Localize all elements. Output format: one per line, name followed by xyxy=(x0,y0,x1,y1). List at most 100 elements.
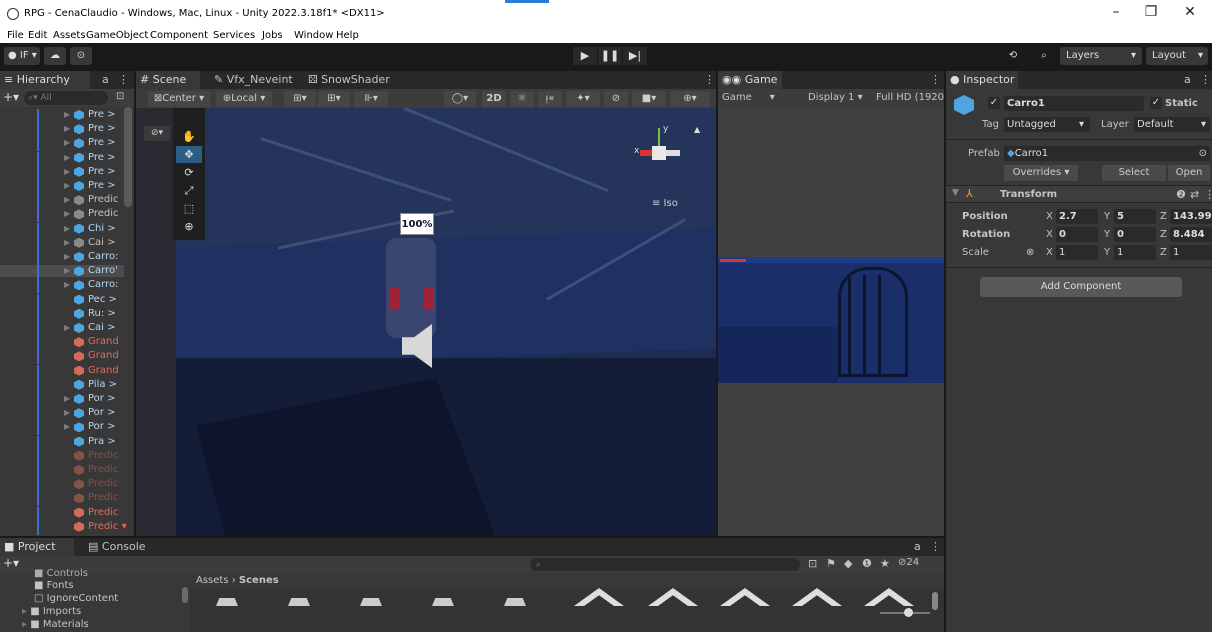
close-button[interactable]: ✕ xyxy=(1180,4,1200,20)
visibility-toggle[interactable]: ⊘ xyxy=(604,91,628,107)
kebab-menu-icon[interactable]: ⋮ xyxy=(1200,73,1211,86)
step-button[interactable]: ▶| xyxy=(623,47,647,65)
hierarchy-row[interactable]: Pila > xyxy=(0,378,124,393)
lock-icon[interactable]: a xyxy=(914,540,921,553)
audio-toggle[interactable]: ᴉ« xyxy=(538,91,562,107)
hierarchy-row[interactable]: Predic xyxy=(0,492,124,507)
grid-snap-dropdown[interactable]: ⊞▾ xyxy=(284,91,316,107)
scene-asset-icon[interactable] xyxy=(504,598,526,606)
scene-asset-icon[interactable] xyxy=(360,598,382,606)
transform-header[interactable]: ▼ ⅄ Transform ❷ ⇄ ⋮ xyxy=(946,185,1212,203)
position-x-field[interactable]: 2.7 xyxy=(1056,209,1098,224)
position-z-field[interactable]: 143.99 xyxy=(1170,209,1212,224)
hierarchy-row[interactable]: Grand xyxy=(0,364,124,379)
hierarchy-row[interactable]: ▶ Predic xyxy=(0,194,124,209)
hierarchy-row[interactable]: ▶ Por > xyxy=(0,393,124,407)
undo-history-button[interactable]: ⟲ xyxy=(1002,47,1024,65)
search-button[interactable]: ⌕ xyxy=(1033,47,1055,65)
view-options-dropdown[interactable]: ⊘▾ xyxy=(144,126,170,141)
grid-dropdown[interactable]: ⊞▾ xyxy=(318,91,350,107)
prefab-field[interactable]: ◆Carro1 ⊙ xyxy=(1004,146,1210,161)
menu-component[interactable]: Component xyxy=(150,28,208,43)
expand-arrow-icon[interactable]: ▶ xyxy=(64,109,70,121)
help-icon[interactable]: ❷ xyxy=(1176,188,1186,201)
hierarchy-row[interactable]: ▶ Pre > xyxy=(0,109,124,123)
expand-arrow-icon[interactable]: ▶ xyxy=(64,180,70,192)
gizmo-y-axis[interactable] xyxy=(658,128,660,146)
hierarchy-row[interactable]: ▶ Carro' xyxy=(0,265,124,280)
tab-snowshader[interactable]: ⚄ SnowShader xyxy=(304,71,400,89)
lock-icon[interactable]: a xyxy=(1184,73,1191,86)
project-search-input[interactable]: ⌕ xyxy=(530,558,800,571)
hierarchy-row[interactable]: Ru: > xyxy=(0,307,124,322)
hierarchy-row[interactable]: ▶ Por > xyxy=(0,421,124,436)
unity-scene-icon[interactable] xyxy=(574,588,624,606)
hierarchy-row[interactable]: ▶ Carro: xyxy=(0,279,124,294)
expand-arrow-icon[interactable]: ▶ xyxy=(64,223,70,235)
kebab-menu-icon[interactable]: ⋮ xyxy=(930,73,941,86)
pause-button[interactable]: ❚❚ xyxy=(598,47,622,65)
scale-tool[interactable]: ⤢ xyxy=(176,182,202,199)
rotation-x-field[interactable]: 0 xyxy=(1056,227,1098,242)
presets-icon[interactable]: ⇄ xyxy=(1190,188,1199,201)
resolution-dropdown[interactable]: Full HD (1920 xyxy=(876,92,944,103)
hierarchy-search-input[interactable]: ⌕▾ All xyxy=(24,91,108,105)
gizmo-z-axis[interactable] xyxy=(666,150,680,156)
layout-dropdown[interactable]: Layout ▾ xyxy=(1146,47,1208,65)
game-mode-dropdown[interactable]: Game ▾ xyxy=(722,92,775,103)
open-button[interactable]: Open xyxy=(1168,165,1210,181)
kebab-menu-icon[interactable]: ⋮ xyxy=(1204,188,1212,201)
expand-arrow-icon[interactable]: ▶ xyxy=(64,265,70,277)
folder-imports[interactable]: ▸ ■ Imports xyxy=(22,606,81,617)
kebab-menu-icon[interactable]: ⋮ xyxy=(930,540,941,553)
expand-arrow-icon[interactable]: ▶ xyxy=(64,251,70,263)
static-checkbox[interactable]: ✓ xyxy=(1150,97,1162,109)
warning-icon[interactable]: ❶ xyxy=(862,557,872,570)
unity-scene-icon[interactable] xyxy=(792,588,842,606)
overrides-dropdown[interactable]: Overrides ▾ xyxy=(1004,165,1078,181)
play-button[interactable]: ▶ xyxy=(573,47,597,65)
favorite-star-icon[interactable]: ★ xyxy=(880,557,890,570)
hierarchy-row[interactable]: Pra > xyxy=(0,435,124,450)
rotation-z-field[interactable]: 8.484 xyxy=(1170,227,1212,242)
transform-tool[interactable]: ⊕ xyxy=(176,218,202,235)
hierarchy-row[interactable]: Pec > xyxy=(0,293,124,308)
rotation-y-field[interactable]: 0 xyxy=(1114,227,1156,242)
space-dropdown[interactable]: ⊕Local ▾ xyxy=(216,91,272,107)
pivot-dropdown[interactable]: ⊠Center ▾ xyxy=(148,91,210,107)
kebab-menu-icon[interactable]: ⋮ xyxy=(118,73,129,86)
menu-services[interactable]: Services xyxy=(213,28,255,43)
tab-project[interactable]: ■ Project xyxy=(0,538,74,556)
search-by-type-icon[interactable]: ⊡ xyxy=(808,557,817,570)
hierarchy-row[interactable]: Predic xyxy=(0,478,124,493)
move-tool[interactable]: ✥ xyxy=(176,146,202,163)
menu-gameobject[interactable]: GameObject xyxy=(86,28,148,43)
position-y-field[interactable]: 5 xyxy=(1114,209,1156,224)
create-button[interactable]: +▾ xyxy=(3,556,19,570)
folder-materials[interactable]: ▸ ■ Materials xyxy=(22,619,89,630)
layers-dropdown[interactable]: Layers ▾ xyxy=(1060,47,1142,65)
add-component-button[interactable]: Add Component xyxy=(980,277,1182,297)
hierarchy-row[interactable]: ▶ Cai > xyxy=(0,236,124,251)
expand-arrow-icon[interactable]: ▶ xyxy=(64,123,70,135)
expand-arrow-icon[interactable]: ▶ xyxy=(64,322,70,334)
lock-icon[interactable]: a xyxy=(102,73,109,86)
tab-console[interactable]: ▤ Console xyxy=(84,538,154,556)
hidden-count[interactable]: ⊘24 xyxy=(898,557,919,568)
layer-dropdown[interactable]: Default ▾ xyxy=(1134,117,1210,132)
maximize-button[interactable]: ❐ xyxy=(1141,4,1161,20)
hierarchy-row[interactable]: ▶ Pre > xyxy=(0,137,124,152)
tab-vfx-neveint[interactable]: ✎ Vfx_Neveint xyxy=(210,71,294,89)
account-dropdown[interactable]: ● IF ▾ xyxy=(4,47,40,65)
expand-arrow-icon[interactable]: ▶ xyxy=(64,137,70,149)
cloud-button[interactable]: ☁ xyxy=(44,47,66,65)
kebab-menu-icon[interactable]: ⋮ xyxy=(704,73,715,86)
hierarchy-row[interactable]: ▶ Cai > xyxy=(0,322,124,336)
unity-scene-icon[interactable] xyxy=(720,588,770,606)
hierarchy-scrollbar[interactable] xyxy=(124,107,132,207)
hierarchy-row[interactable]: ▶ Pre > xyxy=(0,165,124,180)
folder-tree-scrollbar[interactable] xyxy=(182,587,188,603)
tag-dropdown[interactable]: Untagged ▾ xyxy=(1004,117,1090,132)
scene-asset-icon[interactable] xyxy=(288,598,310,606)
unity-scene-icon[interactable] xyxy=(864,588,914,606)
